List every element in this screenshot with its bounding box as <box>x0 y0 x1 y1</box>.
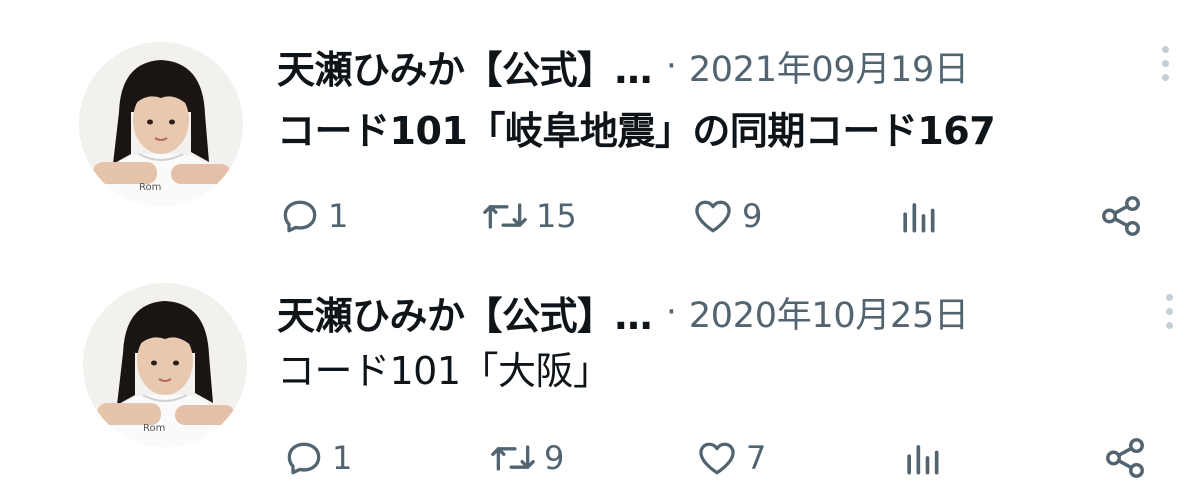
timestamp[interactable]: 2021年09月19日 <box>689 41 969 92</box>
share-button[interactable] <box>1102 428 1148 488</box>
tweet-header: 天瀬ひみか【公式】… · 2021年09月19日 <box>277 38 969 94</box>
analytics-icon <box>900 436 944 480</box>
reply-button[interactable]: 1 <box>278 186 348 246</box>
like-button[interactable]: 9 <box>690 186 762 246</box>
display-name[interactable]: 天瀬ひみか【公式】… <box>277 285 653 340</box>
like-count: 7 <box>746 439 767 477</box>
retweet-count: 9 <box>544 439 565 477</box>
heart-icon <box>694 436 740 480</box>
views-button[interactable] <box>900 428 944 488</box>
more-vertical-icon[interactable] <box>1158 44 1172 84</box>
share-icon <box>1102 435 1148 481</box>
reply-count: 1 <box>332 439 353 477</box>
retweet-count: 15 <box>536 197 577 235</box>
heart-icon <box>690 194 736 238</box>
reply-button[interactable]: 1 <box>282 428 352 488</box>
reply-icon <box>282 436 326 480</box>
separator: · <box>666 292 677 332</box>
tweet[interactable]: Rom 天瀬ひみか【公式】… · 2021年09月19日 コード101「岐阜地震… <box>0 0 1200 250</box>
separator: · <box>666 46 677 86</box>
display-name[interactable]: 天瀬ひみか【公式】… <box>277 39 653 94</box>
avatar[interactable]: Rom <box>79 42 243 206</box>
tweet-header: 天瀬ひみか【公式】… · 2020年10月25日 <box>277 284 969 340</box>
tweet[interactable]: Rom 天瀬ひみか【公式】… · 2020年10月25日 コード101「大阪」 … <box>0 248 1200 498</box>
reply-count: 1 <box>328 197 349 235</box>
retweet-icon <box>488 436 538 480</box>
avatar[interactable]: Rom <box>83 283 247 447</box>
tweet-text: コード101「大阪」 <box>277 349 611 393</box>
timestamp[interactable]: 2020年10月25日 <box>689 287 969 338</box>
more-vertical-icon[interactable] <box>1162 292 1176 332</box>
action-bar: 1 9 7 <box>0 428 1200 488</box>
retweet-button[interactable]: 9 <box>488 428 564 488</box>
retweet-button[interactable]: 15 <box>480 186 577 246</box>
retweet-icon <box>480 194 530 238</box>
share-icon <box>1098 193 1144 239</box>
like-button[interactable]: 7 <box>694 428 766 488</box>
share-button[interactable] <box>1098 186 1144 246</box>
views-button[interactable] <box>896 186 940 246</box>
like-count: 9 <box>742 197 763 235</box>
reply-icon <box>278 194 322 238</box>
tweet-text: コード101「岐阜地震」の同期コード167 <box>277 109 996 153</box>
action-bar: 1 15 9 <box>0 186 1200 246</box>
analytics-icon <box>896 194 940 238</box>
